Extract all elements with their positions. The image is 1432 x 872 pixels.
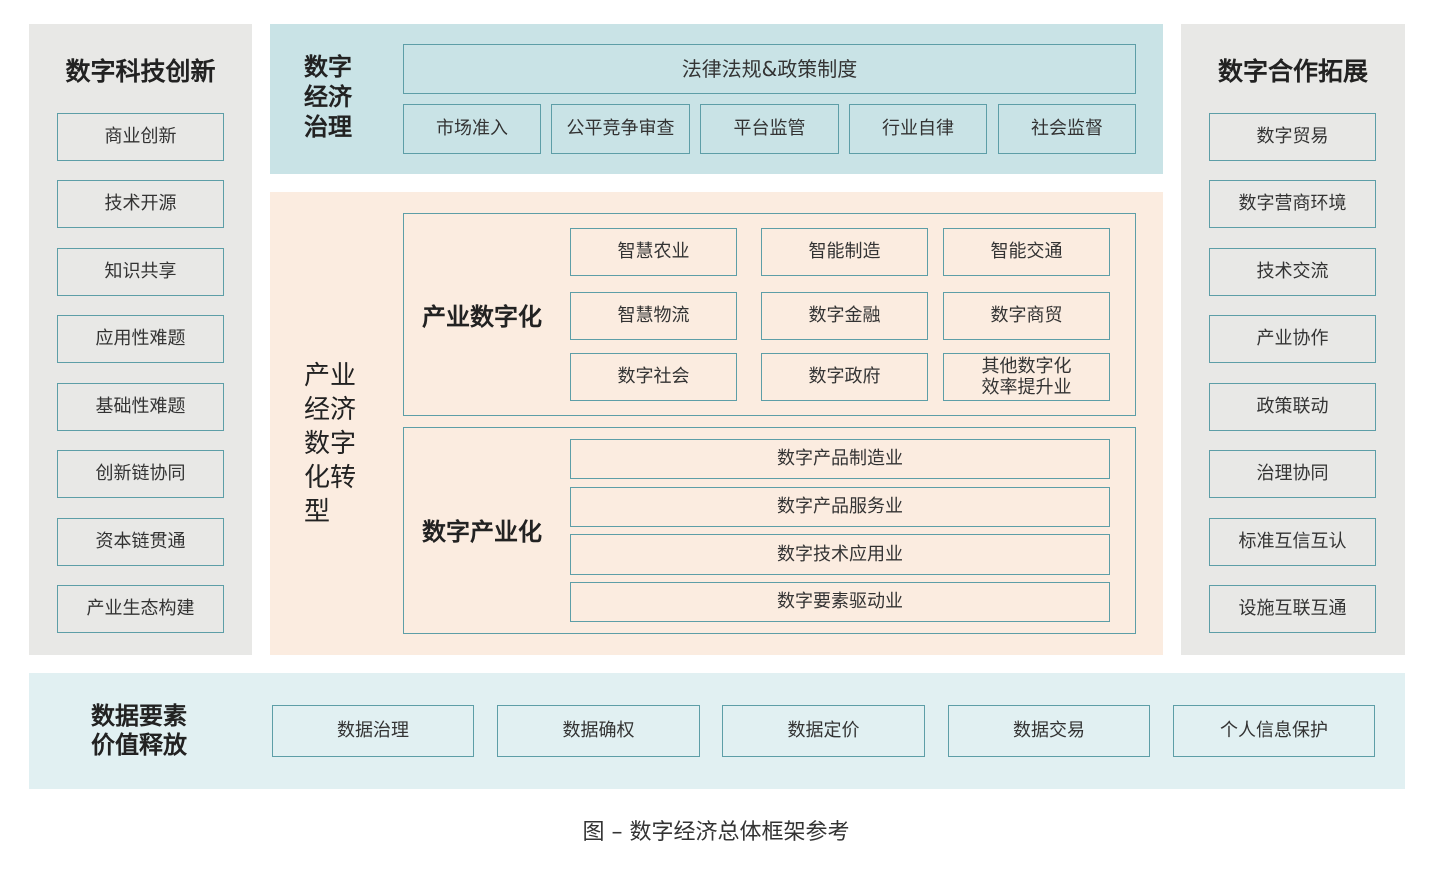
industry-digitalization-title: 产业数字化 (422, 303, 542, 331)
right-item: 数字营商环境 (1209, 180, 1376, 228)
industry-item: 数字社会 (570, 353, 737, 401)
transformation-panel: 产业 经济 数字 化转 型 产业数字化 智慧农业 智能制造 智能交通 智慧物流 … (270, 192, 1163, 655)
data-elements-title: 数据要素 价值释放 (91, 702, 187, 759)
figure-caption: 图 – 数字经济总体框架参考 (582, 820, 850, 845)
right-item: 产业协作 (1209, 315, 1376, 363)
left-item: 技术开源 (57, 180, 224, 228)
industry-item: 智慧农业 (570, 228, 737, 276)
industry-item: 数字金融 (761, 292, 928, 340)
governance-title: 数字 经济 治理 (304, 53, 352, 141)
data-element-item: 数据交易 (948, 705, 1150, 757)
right-item: 数字贸易 (1209, 113, 1376, 161)
governance-item: 平台监管 (700, 104, 839, 154)
left-item: 创新链协同 (57, 450, 224, 498)
industry-item: 数字商贸 (943, 292, 1110, 340)
right-item: 技术交流 (1209, 248, 1376, 296)
right-item: 设施互联互通 (1209, 585, 1376, 633)
digital-industry-item: 数字要素驱动业 (570, 582, 1110, 622)
left-panel-innovation: 数字科技创新 商业创新 技术开源 知识共享 应用性难题 基础性难题 创新链协同 … (29, 24, 252, 655)
left-item: 资本链贯通 (57, 518, 224, 566)
digital-industry-item: 数字技术应用业 (570, 534, 1110, 575)
data-element-item: 数据确权 (497, 705, 700, 757)
governance-item: 市场准入 (403, 104, 541, 154)
left-item: 知识共享 (57, 248, 224, 296)
data-element-item: 个人信息保护 (1173, 705, 1375, 757)
right-item: 治理协同 (1209, 450, 1376, 498)
governance-panel: 数字 经济 治理 法律法规&政策制度 市场准入 公平竞争审查 平台监管 行业自律… (270, 24, 1163, 174)
industry-item: 智慧物流 (570, 292, 737, 340)
left-item: 产业生态构建 (57, 585, 224, 633)
industry-item: 智能制造 (761, 228, 928, 276)
governance-item: 公平竞争审查 (551, 104, 690, 154)
transformation-title: 产业 经济 数字 化转 型 (304, 361, 357, 527)
left-item: 基础性难题 (57, 383, 224, 431)
industry-item-other: 其他数字化 效率提升业 (943, 353, 1110, 401)
industry-item: 智能交通 (943, 228, 1110, 276)
right-item: 标准互信互认 (1209, 518, 1376, 566)
right-item: 政策联动 (1209, 383, 1376, 431)
industry-item: 数字政府 (761, 353, 928, 401)
data-element-item: 数据治理 (272, 705, 474, 757)
digital-industry-item: 数字产品服务业 (570, 487, 1110, 527)
governance-item: 行业自律 (849, 104, 987, 154)
left-item: 应用性难题 (57, 315, 224, 363)
left-panel-title: 数字科技创新 (65, 57, 216, 86)
right-panel-cooperation: 数字合作拓展 数字贸易 数字营商环境 技术交流 产业协作 政策联动 治理协同 标… (1181, 24, 1405, 655)
policy-box: 法律法规&政策制度 (403, 44, 1136, 94)
data-element-item: 数据定价 (722, 705, 925, 757)
data-elements-panel: 数据要素 价值释放 数据治理 数据确权 数据定价 数据交易 个人信息保护 (29, 673, 1405, 789)
digital-industry-item: 数字产品制造业 (570, 439, 1110, 479)
governance-item: 社会监督 (998, 104, 1136, 154)
left-item: 商业创新 (57, 113, 224, 161)
digital-industrialization-title: 数字产业化 (422, 518, 542, 546)
right-panel-title: 数字合作拓展 (1217, 57, 1368, 86)
